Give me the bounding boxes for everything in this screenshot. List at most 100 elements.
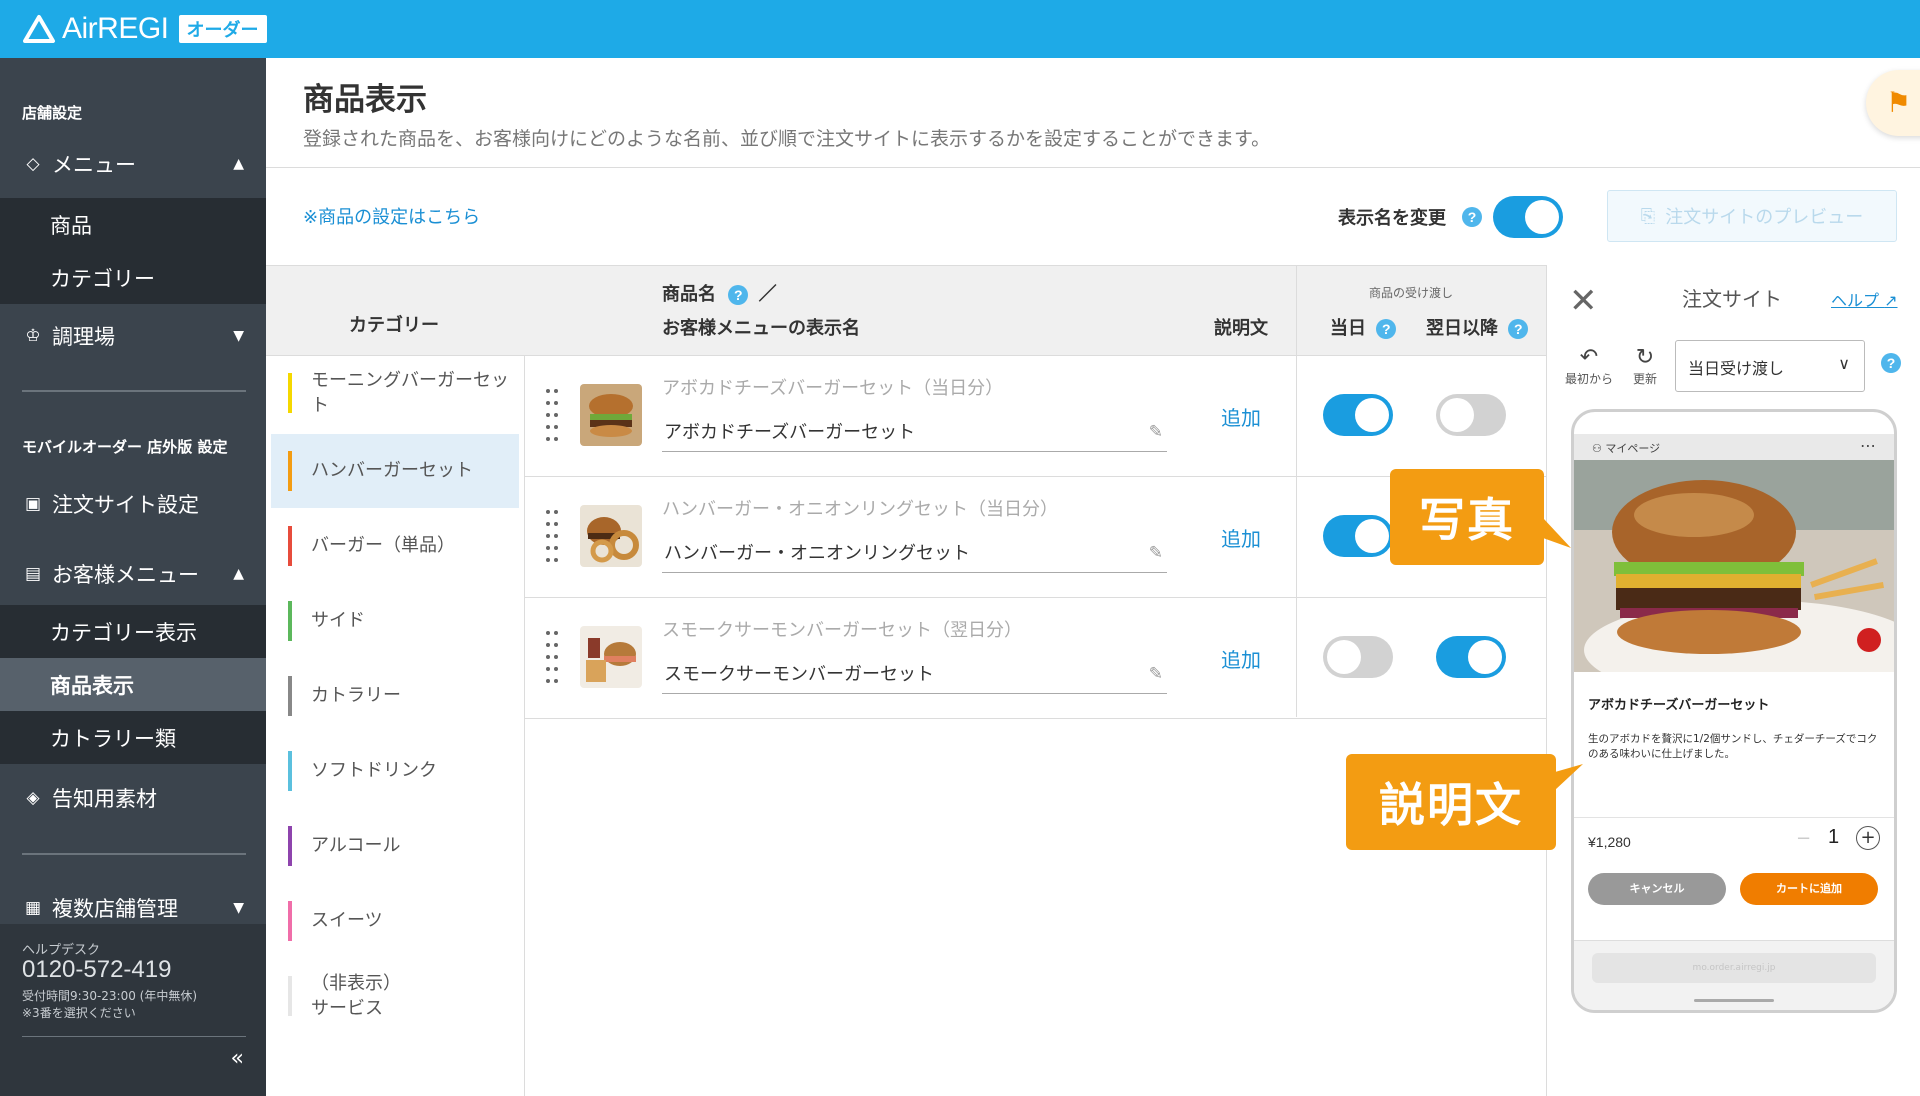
category-color-bar	[288, 901, 292, 941]
drag-handle-icon[interactable]	[546, 389, 560, 443]
phone-preview: ⚇ マイページ ⋯ アボカドチーズバーガーセット 生のアボカドを贅沢に1/2個サ…	[1571, 409, 1897, 1013]
col-today-text: 当日	[1330, 318, 1366, 339]
next-day-toggle[interactable]	[1436, 636, 1506, 678]
category-item[interactable]: ソフトドリンク	[271, 734, 519, 808]
phone-divider	[1574, 817, 1894, 818]
help-icon[interactable]: ?	[1508, 319, 1529, 339]
sidebar-sub-categories[interactable]: カテゴリー	[0, 251, 266, 304]
rename-toggle[interactable]	[1493, 196, 1563, 238]
category-label: モーニングバーガーセット	[311, 370, 509, 416]
today-toggle[interactable]	[1323, 515, 1393, 557]
product-settings-link[interactable]: ※商品の設定はこちら	[303, 203, 480, 229]
category-label: ハンバーガーセット	[311, 460, 473, 481]
col-today: 当日 ?	[1330, 314, 1397, 340]
original-product-name: スモークサーモンバーガーセット（翌日分）	[662, 620, 1022, 641]
flag-button[interactable]: ⚑	[1866, 70, 1920, 136]
category-item[interactable]: スイーツ	[271, 884, 519, 958]
category-item[interactable]: カトラリー	[271, 659, 519, 733]
sidebar-item-kitchen[interactable]: ♔ 調理場 ▼	[0, 310, 266, 362]
pencil-icon: ✎	[1148, 422, 1163, 442]
next-day-toggle[interactable]	[1436, 394, 1506, 436]
category-label: バーガー（単品）	[311, 535, 455, 556]
toggle-knob	[1468, 640, 1502, 674]
phone-quantity: 1	[1828, 826, 1840, 848]
help-link[interactable]: ヘルプ ↗	[1831, 287, 1898, 311]
drag-handle-icon[interactable]	[546, 510, 560, 564]
product-photo	[1574, 460, 1894, 672]
col-description: 説明文	[1214, 318, 1268, 339]
toggle-knob	[1327, 640, 1361, 674]
phone-minus-button[interactable]: −	[1796, 828, 1811, 849]
rename-label: 表示名を変更	[1338, 208, 1446, 229]
reset-button[interactable]: ↶ 最初から	[1565, 345, 1613, 387]
logo[interactable]: AirREGI オーダー	[22, 12, 267, 46]
logo-text: AirREGI	[62, 12, 169, 45]
sidebar-item-label: 告知用素材	[52, 787, 157, 811]
display-name-input[interactable]: スモークサーモンバーガーセット ✎	[662, 660, 1167, 694]
external-link-icon: ↗	[1884, 291, 1898, 310]
today-toggle[interactable]	[1323, 636, 1393, 678]
lock-icon: ▣	[24, 494, 42, 514]
toggle-knob	[1440, 398, 1474, 432]
preview-button-label: 注文サイトのプレビュー	[1665, 207, 1864, 228]
category-item[interactable]: サイド	[271, 584, 519, 658]
helpdesk-divider	[22, 1036, 246, 1037]
callout-description-arrow	[1555, 764, 1583, 790]
sidebar-sub-category-display[interactable]: カテゴリー表示	[0, 605, 266, 658]
help-icon[interactable]: ?	[1376, 319, 1397, 339]
display-name-input[interactable]: ハンバーガー・オニオンリングセット ✎	[662, 539, 1167, 573]
phone-product-name: アボカドチーズバーガーセット	[1588, 698, 1770, 713]
category-item[interactable]: （非表示） サービス	[271, 959, 519, 1033]
help-icon[interactable]: ?	[1881, 353, 1901, 373]
document-icon: ▤	[24, 564, 42, 584]
sidebar-sub-products[interactable]: 商品	[0, 198, 266, 251]
category-item-active[interactable]: ハンバーガーセット	[271, 434, 519, 508]
category-item[interactable]: アルコール	[271, 809, 519, 883]
sidebar-item-promo[interactable]: ◈ 告知用素材	[0, 772, 266, 824]
delivery-select[interactable]: 当日受け渡し ∨	[1675, 340, 1865, 392]
category-color-bar	[288, 826, 292, 866]
display-name-input[interactable]: アボカドチーズバーガーセット ✎	[662, 418, 1167, 452]
refresh-icon: ↻	[1635, 345, 1655, 370]
chevron-down-icon: ∨	[1838, 354, 1850, 373]
add-description-link[interactable]: 追加	[1221, 644, 1261, 673]
sidebar-sub-cutlery[interactable]: カトラリー類	[0, 711, 266, 764]
phone-plus-button[interactable]: +	[1856, 826, 1880, 850]
header-divider	[266, 167, 1920, 168]
add-description-link[interactable]: 追加	[1221, 523, 1261, 552]
category-item[interactable]: バーガー（単品）	[271, 509, 519, 583]
category-label: カトラリー	[311, 685, 401, 706]
sidebar-sub-product-display[interactable]: 商品表示	[0, 658, 266, 711]
col-name-separator: ／	[758, 284, 777, 305]
phone-cancel-button[interactable]: キャンセル	[1588, 873, 1726, 905]
close-icon[interactable]: ✕	[1569, 281, 1598, 321]
helpdesk-phone: 0120-572-419	[22, 956, 172, 983]
category-label: （非表示） サービス	[311, 973, 401, 1019]
sidebar-item-order-site[interactable]: ▣ 注文サイト設定	[0, 478, 266, 530]
drag-handle-icon[interactable]	[546, 631, 560, 685]
today-toggle[interactable]	[1323, 394, 1393, 436]
refresh-button[interactable]: ↻ 更新	[1633, 345, 1657, 387]
category-item[interactable]: モーニングバーガーセット	[271, 356, 519, 430]
helpdesk-hours-line: 受付時間9:30-23:00 (年中無休)	[22, 989, 198, 1003]
help-icon[interactable]: ?	[1462, 207, 1482, 227]
help-icon[interactable]: ?	[728, 285, 749, 305]
phone-add-to-cart-button[interactable]: カートに追加	[1740, 873, 1878, 905]
collapse-sidebar-button[interactable]: «	[231, 1046, 244, 1071]
sidebar-item-customer-menu[interactable]: ▤ お客様メニュー ▲	[0, 548, 266, 600]
preview-button[interactable]: ⎘ 注文サイトのプレビュー	[1607, 190, 1897, 242]
chef-hat-icon: ♔	[25, 326, 41, 346]
logo-badge: オーダー	[178, 15, 267, 43]
helpdesk: ヘルプデスク 0120-572-419 受付時間9:30-23:00 (年中無休…	[0, 924, 266, 1096]
flag-icon: ⚑	[1886, 86, 1912, 119]
col-product-name-text: 商品名	[662, 284, 716, 305]
sidebar-divider	[22, 853, 246, 855]
note-mark: ※	[303, 207, 319, 228]
add-description-link[interactable]: 追加	[1221, 402, 1261, 431]
pencil-icon: ✎	[1148, 543, 1163, 563]
phone-browser-bar: mo.order.airregi.jp	[1574, 940, 1894, 1010]
category-color-bar	[288, 976, 292, 1016]
product-settings-link-text: 商品の設定はこちら	[318, 207, 481, 228]
sidebar-item-menu[interactable]: ◇ メニュー ▲	[0, 138, 266, 190]
product-table: カテゴリー 商品名 ? ／ お客様メニューの表示名 説明文 商品の受け渡し 当日…	[266, 265, 1546, 1096]
